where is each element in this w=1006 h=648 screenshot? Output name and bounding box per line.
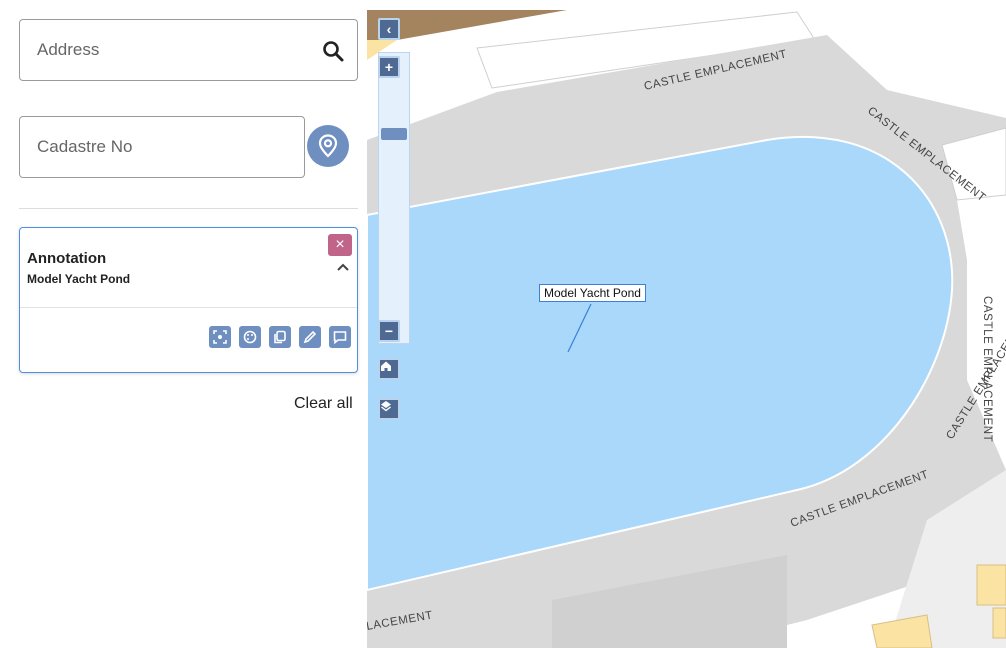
- palette-icon: [243, 330, 257, 344]
- search-icon[interactable]: [321, 39, 345, 63]
- map-view[interactable]: CASTLE EMPLACEMENT CASTLE EMPLACEMENT CA…: [367, 0, 1006, 648]
- home-icon: [381, 361, 391, 371]
- edit-button[interactable]: [299, 326, 321, 348]
- zoom-slider-track[interactable]: [378, 52, 410, 344]
- zoom-to-button[interactable]: [209, 326, 231, 348]
- layers-button[interactable]: [378, 398, 400, 420]
- copy-button[interactable]: [269, 326, 291, 348]
- card-title: Annotation: [27, 250, 107, 267]
- map-pin-icon: [318, 134, 338, 158]
- zoom-slider-thumb[interactable]: [381, 128, 407, 140]
- chevron-up-icon[interactable]: [336, 262, 350, 272]
- zoom-to-icon: [213, 330, 227, 344]
- plus-icon: +: [384, 59, 394, 75]
- address-input[interactable]: [37, 20, 267, 80]
- card-toolbar: [209, 326, 351, 348]
- edit-icon: [303, 330, 317, 344]
- locate-button[interactable]: [307, 125, 349, 167]
- minus-icon: −: [384, 323, 394, 339]
- home-button[interactable]: [378, 358, 400, 380]
- layers-icon: [381, 401, 391, 412]
- close-button[interactable]: ×: [328, 234, 352, 256]
- address-field[interactable]: [19, 19, 358, 81]
- chevron-left-icon: ‹: [386, 21, 392, 37]
- zoom-in-button[interactable]: +: [378, 56, 400, 78]
- zoom-out-button[interactable]: −: [378, 320, 400, 342]
- side-panel: Annotation Model Yacht Pond ×: [8, 0, 367, 648]
- card-subtitle: Model Yacht Pond: [27, 272, 131, 286]
- divider: [19, 208, 358, 209]
- style-button[interactable]: [239, 326, 261, 348]
- cadastre-field[interactable]: [19, 116, 305, 178]
- comment-icon: [333, 331, 347, 344]
- comment-button[interactable]: [329, 326, 351, 348]
- annotation-card[interactable]: Annotation Model Yacht Pond ×: [19, 227, 358, 373]
- copy-icon: [274, 330, 286, 344]
- building: [976, 564, 1006, 606]
- map-canvas[interactable]: CASTLE EMPLACEMENT CASTLE EMPLACEMENT CA…: [367, 0, 1006, 648]
- cadastre-input[interactable]: [37, 117, 267, 177]
- clear-all-link[interactable]: Clear all: [294, 395, 353, 413]
- card-separator: [20, 307, 357, 308]
- collapse-panel-button[interactable]: ‹: [378, 18, 400, 40]
- annotation-label[interactable]: Model Yacht Pond: [539, 284, 646, 302]
